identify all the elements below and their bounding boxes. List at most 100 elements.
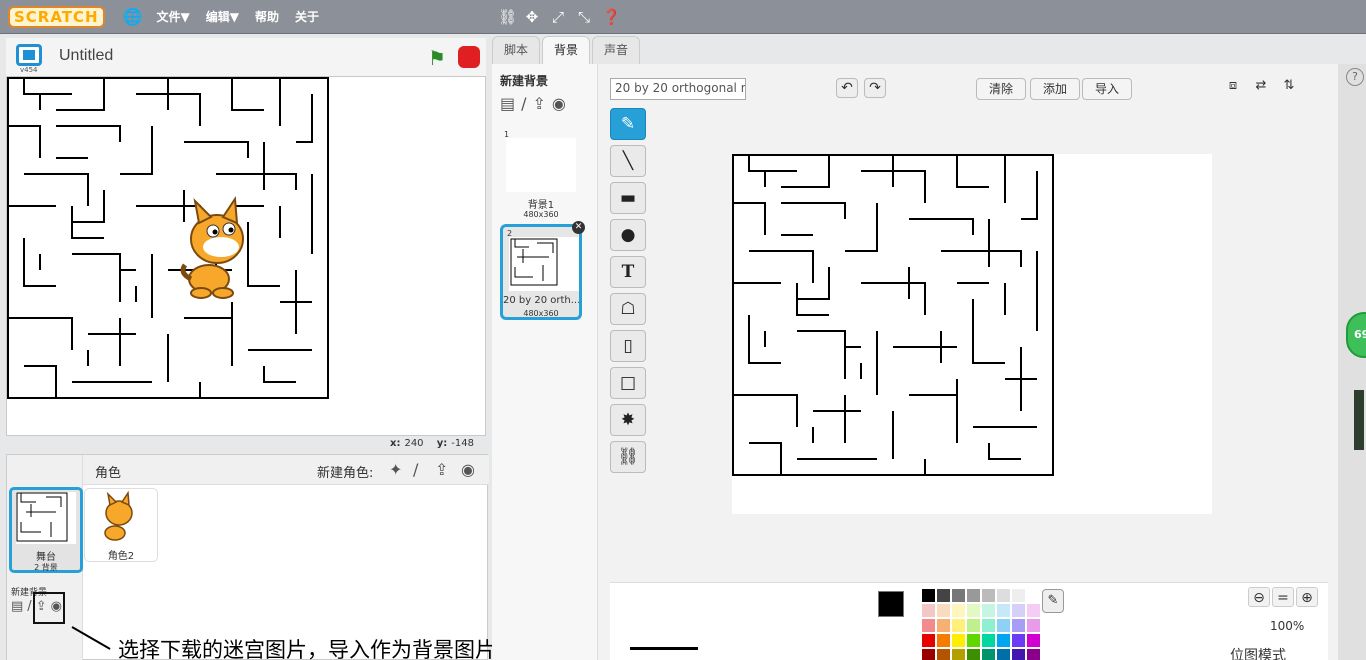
upload-backdrop-icon[interactable]: ⇪ xyxy=(533,94,546,113)
fullscreen-icon[interactable] xyxy=(16,44,42,66)
text-icon[interactable]: T xyxy=(610,256,646,288)
eyedropper-icon[interactable]: ✎ xyxy=(1042,589,1064,613)
color-swatch[interactable] xyxy=(1012,649,1025,660)
import-button[interactable]: 导入 xyxy=(1082,78,1132,100)
shrink-icon[interactable]: ⤡ xyxy=(576,8,592,26)
paint-canvas[interactable] xyxy=(732,154,1212,514)
green-flag-icon[interactable]: ⚑ xyxy=(428,46,446,70)
color-swatch[interactable] xyxy=(937,604,950,617)
paint-backdrop-icon[interactable]: / xyxy=(521,94,526,113)
color-swatch[interactable] xyxy=(997,649,1010,660)
color-swatch[interactable] xyxy=(952,589,965,602)
stroke-width-preview[interactable] xyxy=(630,647,698,650)
color-swatch[interactable] xyxy=(967,589,980,602)
color-swatch[interactable] xyxy=(952,649,965,660)
color-swatch[interactable] xyxy=(982,604,995,617)
scratch-logo[interactable]: SCRATCH xyxy=(8,5,105,28)
color-swatch[interactable] xyxy=(967,634,980,647)
color-swatch[interactable] xyxy=(1012,619,1025,632)
primary-color[interactable] xyxy=(878,591,904,617)
camera-sprite-icon[interactable]: ◉ xyxy=(461,460,475,479)
eraser-icon[interactable]: ▯ xyxy=(610,330,646,362)
color-swatch[interactable] xyxy=(1027,604,1040,617)
menu-file[interactable]: 文件 ▼ xyxy=(157,8,190,25)
color-swatch[interactable] xyxy=(1027,589,1040,602)
sprite-library-icon[interactable]: ✦ xyxy=(389,460,402,479)
color-swatch[interactable] xyxy=(982,649,995,660)
backdrop-library-icon[interactable]: ▤ xyxy=(11,599,23,614)
help-icon[interactable]: ? xyxy=(1346,68,1364,86)
color-swatch[interactable] xyxy=(922,589,935,602)
color-swatch[interactable] xyxy=(952,604,965,617)
color-swatch[interactable] xyxy=(982,634,995,647)
color-swatch[interactable] xyxy=(937,619,950,632)
color-swatch[interactable] xyxy=(1027,649,1040,660)
clear-button[interactable]: 清除 xyxy=(976,78,1026,100)
duplicate-icon[interactable]: ⛓ xyxy=(498,8,517,26)
paint-backdrop-icon[interactable]: / xyxy=(27,599,31,614)
color-swatch[interactable] xyxy=(922,649,935,660)
zoom-in-icon[interactable]: ⊕ xyxy=(1296,587,1318,607)
brush-icon[interactable]: ✎ xyxy=(610,108,646,140)
select-icon[interactable]: □ xyxy=(610,367,646,399)
costume-name-input[interactable]: 20 by 20 orthogonal m xyxy=(610,78,746,100)
color-swatch[interactable] xyxy=(997,619,1010,632)
sprite-tile[interactable]: 角色2 xyxy=(84,488,158,562)
color-swatch[interactable] xyxy=(952,634,965,647)
help-icon[interactable]: ❓ xyxy=(602,8,621,26)
color-swatch[interactable] xyxy=(937,589,950,602)
ellipse-icon[interactable]: ● xyxy=(610,219,646,251)
flip-vertical-icon[interactable]: ⇅ xyxy=(1278,78,1300,98)
color-swatch[interactable] xyxy=(982,589,995,602)
bitmap-mode-label[interactable]: 位图模式 xyxy=(1230,645,1286,660)
color-swatch[interactable] xyxy=(997,634,1010,647)
color-swatch[interactable] xyxy=(967,604,980,617)
color-swatch[interactable] xyxy=(922,604,935,617)
color-swatch[interactable] xyxy=(967,619,980,632)
tab-sounds[interactable]: 声音 xyxy=(592,36,640,64)
stage[interactable] xyxy=(6,76,486,436)
cut-icon[interactable]: ✥ xyxy=(524,8,540,26)
color-swatch[interactable] xyxy=(1012,604,1025,617)
color-swatch[interactable] xyxy=(1027,634,1040,647)
color-swatch[interactable] xyxy=(1012,634,1025,647)
color-swatch[interactable] xyxy=(967,649,980,660)
backdrop-item-selected[interactable]: 2 20 by 20 orth... 480x360 ✕ xyxy=(500,221,585,320)
menu-help[interactable]: 帮助 xyxy=(255,8,279,25)
zoom-out-icon[interactable]: ⊖ xyxy=(1248,587,1270,607)
crop-icon[interactable]: ⧈ xyxy=(1222,78,1244,98)
backdrop-item[interactable]: 1 背景1 480x360 xyxy=(500,128,582,224)
upload-sprite-icon[interactable]: ⇪ xyxy=(435,460,448,479)
color-swatch[interactable] xyxy=(997,589,1010,602)
status-badge[interactable]: 69 xyxy=(1346,312,1366,358)
project-title[interactable]: Untitled xyxy=(59,47,113,65)
color-swatch[interactable] xyxy=(982,619,995,632)
undo-icon[interactable]: ↶ xyxy=(836,78,858,98)
tab-scripts[interactable]: 脚本 xyxy=(492,36,540,64)
color-swatch[interactable] xyxy=(997,604,1010,617)
paint-sprite-icon[interactable]: / xyxy=(413,460,418,479)
color-swatch[interactable] xyxy=(1012,589,1025,602)
camera-backdrop-icon[interactable]: ◉ xyxy=(552,94,566,113)
redo-icon[interactable]: ↷ xyxy=(864,78,886,98)
add-button[interactable]: 添加 xyxy=(1030,78,1080,100)
flip-horizontal-icon[interactable]: ⇄ xyxy=(1250,78,1272,98)
magic-wand-icon[interactable]: ✸ xyxy=(610,404,646,436)
stage-thumbnail[interactable]: 舞台 2 背景 xyxy=(9,487,83,573)
delete-icon[interactable]: ✕ xyxy=(572,221,585,234)
stamp-icon[interactable]: ⛓ xyxy=(610,441,646,473)
menu-edit[interactable]: 编辑 ▼ xyxy=(206,8,239,25)
stop-icon[interactable] xyxy=(458,46,480,68)
backdrop-library-icon[interactable]: ▤ xyxy=(500,94,515,113)
zoom-reset-icon[interactable]: = xyxy=(1272,587,1294,607)
tab-backdrops[interactable]: 背景 xyxy=(542,36,590,66)
color-swatch[interactable] xyxy=(937,634,950,647)
fill-icon[interactable]: ☖ xyxy=(610,293,646,325)
color-swatch[interactable] xyxy=(952,619,965,632)
menu-about[interactable]: 关于 xyxy=(295,8,319,25)
color-swatch[interactable] xyxy=(937,649,950,660)
color-swatch[interactable] xyxy=(1027,619,1040,632)
line-icon[interactable]: ╲ xyxy=(610,145,646,177)
grow-icon[interactable]: ⤢ xyxy=(550,8,566,26)
color-swatch[interactable] xyxy=(922,634,935,647)
